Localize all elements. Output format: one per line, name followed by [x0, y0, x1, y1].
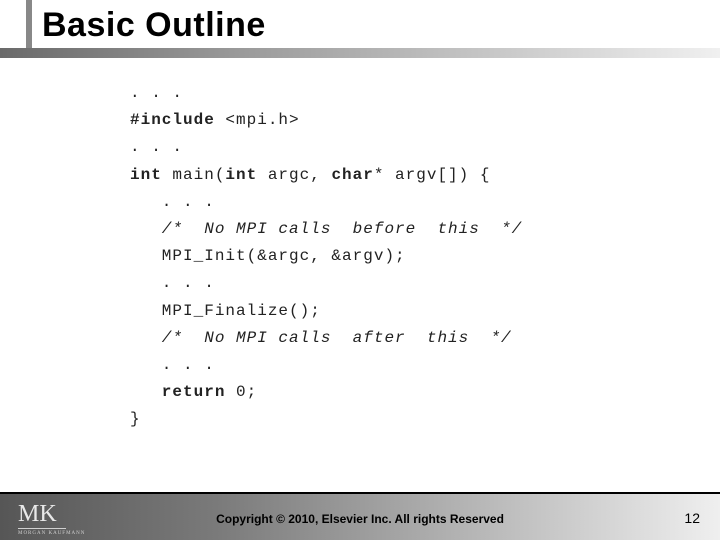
code-kw: #include: [130, 111, 225, 129]
code-line: . . .: [130, 356, 215, 374]
title-vertical-mark: [26, 0, 32, 52]
code-line: . . .: [130, 138, 183, 156]
code-text: argc,: [268, 166, 332, 184]
code-kw: return: [130, 383, 236, 401]
logo-subtext: MORGAN KAUFMANN: [18, 531, 85, 536]
code-line: }: [130, 410, 141, 428]
code-kw: int: [225, 166, 267, 184]
code-text: main(: [172, 166, 225, 184]
code-kw: int: [130, 166, 172, 184]
code-line: MPI_Init(&argc, &argv);: [130, 247, 406, 265]
title-bar: Basic Outline: [0, 0, 720, 60]
code-text: * argv[]) {: [374, 166, 491, 184]
code-kw: char: [331, 166, 373, 184]
code-comment: /* No MPI calls after this */: [130, 329, 512, 347]
code-line: . . .: [130, 274, 215, 292]
code-line: . . .: [130, 84, 183, 102]
footer-bar: MK MORGAN KAUFMANN Copyright © 2010, Els…: [0, 494, 720, 540]
logo-underline: [18, 528, 66, 529]
code-block: . . . #include <mpi.h> . . . int main(in…: [130, 80, 660, 433]
title-underline: [0, 48, 720, 58]
code-text: 0;: [236, 383, 257, 401]
code-line: . . .: [130, 193, 215, 211]
copyright-text: Copyright © 2010, Elsevier Inc. All righ…: [0, 512, 720, 526]
code-line: MPI_Finalize();: [130, 302, 321, 320]
slide: Basic Outline . . . #include <mpi.h> . .…: [0, 0, 720, 540]
code-text: <mpi.h>: [225, 111, 299, 129]
slide-title: Basic Outline: [42, 6, 720, 45]
page-number: 12: [684, 510, 700, 526]
code-comment: /* No MPI calls before this */: [130, 220, 522, 238]
